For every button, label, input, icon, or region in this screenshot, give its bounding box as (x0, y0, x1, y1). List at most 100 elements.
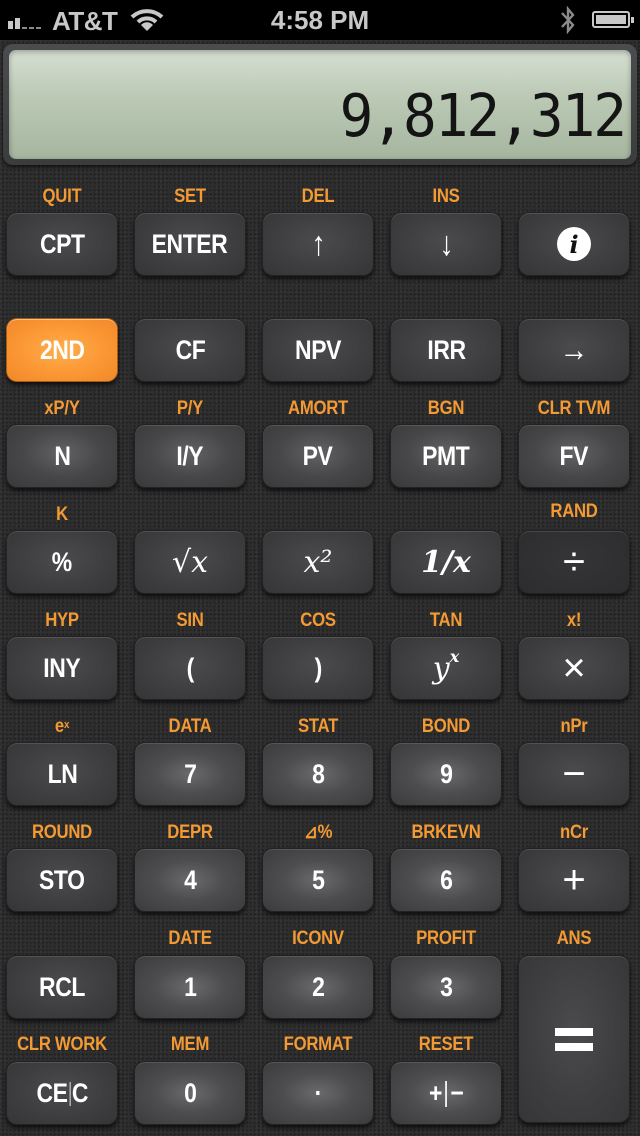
multiply-icon: × (562, 645, 586, 690)
digit-4-key[interactable]: 4 (134, 848, 246, 912)
lcd-display: 9,812,312 (9, 50, 631, 159)
cpt-key-label: CPT (39, 228, 85, 259)
second-function-key[interactable]: 2ND (6, 318, 118, 382)
npv-key[interactable]: NPV (262, 318, 374, 382)
digit-6-label: 6 (439, 864, 453, 895)
equals-key[interactable] (518, 955, 630, 1123)
rcl-key-label: RCL (39, 971, 85, 1002)
npv-key-label: NPV (295, 334, 341, 365)
arrow-right-icon: → (559, 330, 589, 369)
power-base: y (432, 650, 450, 686)
second-label-ncr: nCr (559, 822, 588, 843)
plus-key[interactable]: + (518, 848, 630, 912)
sto-key[interactable]: STO (6, 848, 118, 912)
arrow-up-icon: ↑ (310, 224, 326, 263)
cf-key-label: CF (175, 334, 205, 365)
status-bar: AT&T 4:58 PM (0, 0, 640, 40)
digit-6-key[interactable]: 6 (390, 848, 502, 912)
minus-key[interactable]: − (518, 742, 630, 806)
digit-0-key[interactable]: 0 (134, 1061, 246, 1125)
digit-7-key[interactable]: 7 (134, 742, 246, 806)
power-exp: x (449, 646, 460, 666)
clear-entry-key[interactable]: CE C (6, 1061, 118, 1125)
decimal-point-icon: · (314, 1077, 322, 1108)
second-label-amort: AMORT (288, 398, 348, 419)
plus-text: + (428, 1077, 442, 1108)
square-root-key[interactable]: √x (134, 530, 246, 594)
up-arrow-key[interactable]: ↑ (262, 212, 374, 276)
digit-3-label: 3 (439, 971, 453, 1002)
n-key[interactable]: N (6, 424, 118, 488)
inv-key[interactable]: INY (6, 636, 118, 700)
digit-1-key[interactable]: 1 (134, 955, 246, 1019)
cf-key[interactable]: CF (134, 318, 246, 382)
percent-key[interactable]: % (6, 530, 118, 594)
right-arrow-key[interactable]: → (518, 318, 630, 382)
second-label-data: DATA (168, 716, 212, 737)
digit-5-key[interactable]: 5 (262, 848, 374, 912)
reciprocal-key[interactable]: 1/x (390, 530, 502, 594)
digit-0-label: 0 (183, 1077, 197, 1108)
digit-2-key[interactable]: 2 (262, 955, 374, 1019)
info-key[interactable]: i (518, 212, 630, 276)
square-key[interactable]: x² (262, 530, 374, 594)
battery-icon (592, 11, 634, 28)
minus-icon: − (562, 751, 586, 796)
right-paren-label: ) (314, 652, 322, 683)
y-to-x-icon: yx (432, 647, 460, 686)
irr-key[interactable]: IRR (390, 318, 502, 382)
digit-9-key[interactable]: 9 (390, 742, 502, 806)
second-label-mem: MEM (170, 1034, 210, 1055)
second-label-clr-tvm: CLR TVM (537, 398, 611, 419)
second-label-bgn: BGN (427, 398, 465, 419)
sign-change-key[interactable]: + − (390, 1061, 502, 1125)
second-label-k: K (56, 504, 68, 525)
second-label-delta-percent: ⊿% (303, 822, 333, 843)
pv-key-label: PV (303, 440, 333, 471)
second-label-ins: INS (432, 186, 460, 207)
info-icon: i (557, 227, 591, 261)
second-label-rand: RAND (550, 501, 598, 522)
square-root-icon: √x (171, 544, 209, 580)
clock: 4:58 PM (270, 5, 370, 35)
second-label-reset: RESET (418, 1034, 474, 1055)
second-label-npr: nPr (560, 716, 588, 737)
second-label-set: SET (174, 186, 206, 207)
second-label-cos: COS (300, 610, 336, 631)
plus-minus-icon: + − (428, 1077, 464, 1109)
multiply-key[interactable]: × (518, 636, 630, 700)
decimal-key[interactable]: · (262, 1061, 374, 1125)
divider (445, 1081, 447, 1108)
right-paren-key[interactable]: ) (262, 636, 374, 700)
pv-key[interactable]: PV (262, 424, 374, 488)
second-label-factorial: x! (566, 610, 582, 631)
pmt-key[interactable]: PMT (390, 424, 502, 488)
percent-key-label: % (51, 546, 72, 577)
left-paren-key[interactable]: ( (134, 636, 246, 700)
digit-2-label: 2 (311, 971, 325, 1002)
second-label-bond: BOND (421, 716, 471, 737)
digit-3-key[interactable]: 3 (390, 955, 502, 1019)
digit-4-label: 4 (183, 864, 197, 895)
digit-1-label: 1 (183, 971, 197, 1002)
divide-key[interactable]: ÷ (518, 530, 630, 594)
second-label-ans: ANS (556, 928, 592, 949)
second-label-depr: DEPR (167, 822, 213, 843)
fv-key-label: FV (559, 440, 589, 471)
second-label-hyp: HYP (45, 610, 79, 631)
ln-key-label: LN (47, 758, 77, 789)
enter-key[interactable]: ENTER (134, 212, 246, 276)
digit-5-label: 5 (311, 864, 325, 895)
reciprocal-icon: 1/x (421, 544, 471, 580)
digit-8-key[interactable]: 8 (262, 742, 374, 806)
down-arrow-key[interactable]: ↓ (390, 212, 502, 276)
iy-key[interactable]: I/Y (134, 424, 246, 488)
second-label-sin: SIN (176, 610, 204, 631)
fv-key[interactable]: FV (518, 424, 630, 488)
second-label-format: FORMAT (283, 1034, 353, 1055)
rcl-key[interactable]: RCL (6, 955, 118, 1019)
cpt-key[interactable]: CPT (6, 212, 118, 276)
n-key-label: N (53, 440, 71, 471)
power-key[interactable]: yx (390, 636, 502, 700)
ln-key[interactable]: LN (6, 742, 118, 806)
